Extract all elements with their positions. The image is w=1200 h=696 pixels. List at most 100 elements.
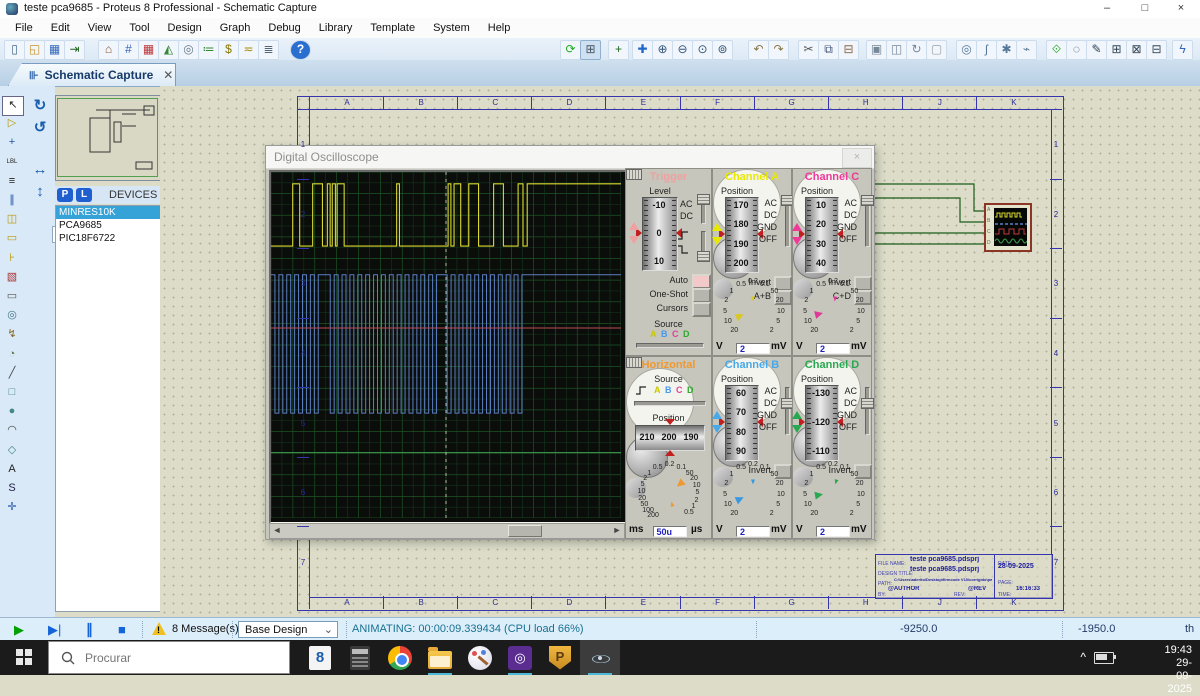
decompose-icon[interactable]: ⌁ [1016, 40, 1037, 60]
origin-icon[interactable]: + [608, 40, 629, 60]
menu-file[interactable]: File [6, 20, 42, 36]
paste-icon[interactable]: ⊟ [838, 40, 859, 60]
buses-mode-icon[interactable]: ∥ [2, 192, 22, 210]
knob-value-field[interactable]: 2 [736, 526, 770, 537]
cut-icon[interactable]: ✂ [798, 40, 819, 60]
pick-devices-button[interactable]: P [57, 188, 73, 202]
taskbar-search[interactable] [48, 641, 290, 674]
coupling-switch-knob[interactable] [697, 194, 710, 205]
block-move-icon[interactable]: ◫ [886, 40, 907, 60]
coupling-switch-track[interactable] [865, 199, 870, 247]
play-button[interactable]: ▶ [14, 622, 24, 638]
gerber-viewer-icon[interactable]: ◎ [178, 40, 199, 60]
redo-icon[interactable]: ↷ [768, 40, 789, 60]
purple-app-icon[interactable]: ◎ [500, 640, 540, 675]
open-project-icon[interactable]: ◱ [24, 40, 45, 60]
rotate-anticlockwise-icon[interactable]: ↺ [29, 118, 51, 138]
edge-switch-knob[interactable] [697, 251, 710, 262]
2d-box-icon[interactable]: □ [2, 384, 22, 402]
knob-value-field[interactable]: 50u [653, 526, 687, 537]
channel-position-arrow-up[interactable] [712, 411, 722, 419]
menu-system[interactable]: System [424, 20, 479, 36]
subcircuit-mode-icon[interactable]: ◫ [2, 211, 22, 229]
menu-help[interactable]: Help [479, 20, 520, 36]
3d-viewer-icon[interactable]: ◭ [158, 40, 179, 60]
zoom-area-icon[interactable]: ⊙ [692, 40, 713, 60]
channel-position-arrow-up[interactable] [629, 222, 639, 230]
menu-design[interactable]: Design [159, 20, 211, 36]
property-assignment-icon[interactable]: ✎ [1086, 40, 1107, 60]
channel-position-arrow-down[interactable] [629, 236, 639, 244]
block-copy-icon[interactable]: ▣ [866, 40, 887, 60]
knob-value-field[interactable]: 2 [816, 343, 850, 354]
minimize-button[interactable]: – [1090, 0, 1124, 18]
start-button[interactable] [0, 640, 48, 675]
generator-mode-icon[interactable]: ◎ [2, 307, 22, 325]
2d-text-icon[interactable]: A [2, 461, 22, 479]
source-slider-track[interactable] [634, 401, 706, 406]
2d-path-icon[interactable]: ◇ [2, 442, 22, 460]
copy-icon[interactable]: ⧉ [818, 40, 839, 60]
schematic-capture-icon[interactable]: # [118, 40, 139, 60]
zoom-out-icon[interactable]: ⊖ [672, 40, 693, 60]
overview-thumbnail[interactable] [55, 95, 161, 181]
maximize-button[interactable]: □ [1128, 0, 1162, 18]
new-project-icon[interactable]: ▯ [4, 40, 25, 60]
coupling-switch-knob[interactable] [861, 398, 874, 409]
source-slider-track[interactable] [636, 343, 704, 348]
cursors-button[interactable] [692, 302, 711, 317]
electrical-rule-check-icon[interactable]: ≂ [238, 40, 259, 60]
messages-link[interactable]: 8 Message(s) [172, 623, 239, 635]
design-explorer-icon[interactable]: ≔ [198, 40, 219, 60]
proteus-shield-app-icon[interactable]: P [540, 640, 580, 675]
proteus-simulation-app-icon[interactable] [580, 640, 620, 675]
tab-schematic-capture[interactable]: ⊪ Schematic Capture ✕ [8, 63, 176, 86]
packaging-tool-icon[interactable]: ✱ [996, 40, 1017, 60]
knob-value-field[interactable]: 2 [816, 526, 850, 537]
text-script-mode-icon[interactable]: ≡ [2, 173, 22, 191]
wire-autorouter-icon[interactable]: ⟐ [1046, 40, 1067, 60]
menu-debug[interactable]: Debug [259, 20, 309, 36]
wire-label-mode-icon[interactable]: LBL [2, 154, 22, 172]
2d-symbol-icon[interactable]: S [2, 480, 22, 498]
channel-position-arrow-down[interactable] [712, 237, 722, 245]
device-item-minres10k[interactable]: MINRES10K [56, 206, 161, 219]
oscilloscope-component[interactable]: ABCD [984, 203, 1032, 252]
auto-button[interactable] [692, 274, 711, 289]
electrical-check-icon[interactable]: ϟ [1172, 40, 1193, 60]
devices-list[interactable]: MINRES10KPCA9685PIC18F6722 [55, 205, 162, 612]
channel-position-arrow-up[interactable] [792, 223, 802, 231]
knob-value-field[interactable]: 2 [736, 343, 770, 354]
help-icon[interactable]: ? [290, 40, 311, 60]
make-device-icon[interactable]: ʃ [976, 40, 997, 60]
pcb-layout-icon[interactable]: ▦ [138, 40, 159, 60]
2d-circle-icon[interactable]: ● [2, 403, 22, 421]
menu-graph[interactable]: Graph [211, 20, 260, 36]
device-item-pca9685[interactable]: PCA9685 [56, 219, 161, 232]
library-button[interactable]: L [76, 188, 92, 202]
mirror-horizontal-icon[interactable]: ↔ [29, 160, 51, 180]
2d-arc-icon[interactable]: ◠ [2, 422, 22, 440]
import-project-icon[interactable]: ⇥ [64, 40, 85, 60]
pan-icon[interactable]: ✚ [632, 40, 653, 60]
menu-template[interactable]: Template [361, 20, 424, 36]
coupling-switch-track[interactable] [865, 387, 870, 435]
coupling-switch-track[interactable] [785, 199, 790, 247]
menu-edit[interactable]: Edit [42, 20, 79, 36]
close-button[interactable]: × [1164, 0, 1198, 18]
component-mode-icon[interactable]: ▷ [2, 115, 22, 133]
battery-icon[interactable] [1094, 652, 1114, 664]
channel-position-arrow-up[interactable] [712, 223, 722, 231]
tape-recorder-mode-icon[interactable]: ▭ [2, 288, 22, 306]
remove-sheet-icon[interactable]: ⊠ [1126, 40, 1147, 60]
terminals-mode-icon[interactable]: ▭ [2, 230, 22, 248]
block-rotate-icon[interactable]: ↻ [906, 40, 927, 60]
coupling-switch-knob[interactable] [861, 195, 874, 206]
tray-chevron-icon[interactable]: ^ [1080, 650, 1086, 664]
stop-button[interactable]: ■ [118, 622, 126, 637]
channel-position-arrow-down[interactable] [712, 425, 722, 433]
device-pins-mode-icon[interactable]: ⊦ [2, 250, 22, 268]
bom-icon[interactable]: $ [218, 40, 239, 60]
coupling-switch-track[interactable] [785, 387, 790, 435]
search-input[interactable] [83, 650, 257, 666]
